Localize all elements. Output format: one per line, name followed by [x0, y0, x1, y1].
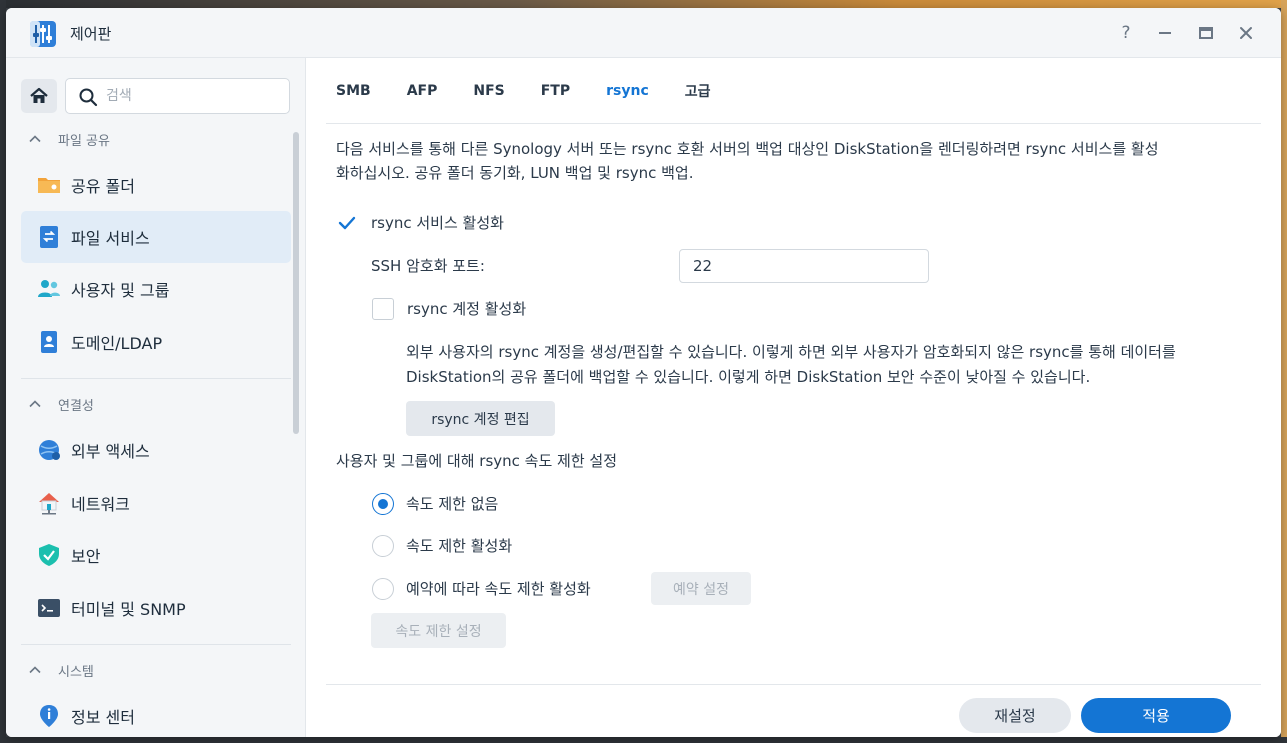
external-access-icon [36, 437, 62, 463]
search-icon [79, 88, 98, 107]
chevron-up-icon [21, 126, 49, 152]
main-panel: SMB AFP NFS FTP rsync 고급 다음 서비스를 통해 다른 S… [306, 58, 1281, 737]
network-icon [36, 490, 62, 516]
desktop-background-right [1281, 0, 1287, 743]
footer-divider [326, 684, 1261, 685]
security-shield-icon [36, 542, 62, 568]
sidebar-item-terminal-snmp[interactable]: 터미널 및 SNMP [21, 582, 291, 634]
help-icon: ? [1121, 23, 1131, 43]
sidebar-item-label: 터미널 및 SNMP [71, 600, 186, 619]
radio-scheduled-speed-limit-label: 예약에 따라 속도 제한 활성화 [406, 580, 591, 598]
section-header-connectivity[interactable]: 연결성 [21, 391, 291, 417]
rsync-description-line2: 화하십시오. 공유 폴더 동기화, LUN 백업 및 rsync 백업. [336, 164, 694, 182]
sidebar-item-label: 외부 액세스 [71, 442, 150, 461]
domain-ldap-icon [36, 329, 62, 355]
rsync-description-line1: 다음 서비스를 통해 다른 Synology 서버 또는 rsync 호환 서버… [336, 140, 1159, 158]
schedule-settings-button[interactable]: 예약 설정 [651, 572, 751, 605]
edit-rsync-account-button[interactable]: rsync 계정 편집 [406, 401, 555, 436]
desktop-background-bottom [0, 737, 1287, 743]
section-label: 시스템 [58, 664, 94, 680]
radio-enable-speed-limit[interactable] [372, 535, 394, 557]
radio-no-speed-limit[interactable] [372, 493, 394, 515]
sidebar-item-label: 도메인/LDAP [71, 334, 163, 353]
enable-rsync-label: rsync 서비스 활성화 [371, 214, 504, 232]
tab-ftp[interactable]: FTP [541, 58, 570, 124]
search-input[interactable] [106, 83, 281, 109]
sidebar-item-domain-ldap[interactable]: 도메인/LDAP [21, 316, 291, 368]
enable-rsync-account-checkbox[interactable] [372, 298, 394, 320]
sidebar-item-info-center[interactable]: 정보 센터 [21, 690, 291, 737]
maximize-icon [1199, 27, 1213, 39]
ssh-port-label: SSH 암호화 포트: [371, 257, 485, 275]
info-center-icon [36, 703, 62, 729]
file-services-icon [36, 224, 62, 250]
sidebar-item-network[interactable]: 네트워크 [21, 477, 291, 529]
radio-no-speed-limit-label: 속도 제한 없음 [406, 495, 499, 513]
tab-divider [326, 123, 1261, 124]
tab-advanced[interactable]: 고급 [685, 58, 711, 124]
sidebar-item-shared-folder[interactable]: 공유 폴더 [21, 159, 291, 211]
sidebar: 파일 공유 공유 폴더 파일 서비스 사용자 및 그룹 도메인/LDAP [6, 58, 306, 737]
section-header-file-sharing[interactable]: 파일 공유 [21, 126, 291, 152]
tab-afp[interactable]: AFP [407, 58, 438, 124]
speed-limit-title: 사용자 및 그룹에 대해 rsync 속도 제한 설정 [336, 452, 617, 470]
account-description-line2: DiskStation의 공유 폴더에 백업할 수 있습니다. 이렇게 하면 D… [406, 368, 1091, 386]
users-groups-icon [36, 276, 62, 302]
shared-folder-icon [36, 172, 62, 198]
sidebar-item-external-access[interactable]: 외부 액세스 [21, 424, 291, 476]
minimize-button[interactable] [1152, 20, 1178, 46]
sidebar-item-file-services[interactable]: 파일 서비스 [21, 211, 291, 263]
home-button[interactable] [21, 79, 57, 113]
radio-enable-speed-limit-label: 속도 제한 활성화 [406, 537, 513, 555]
sidebar-item-label: 네트워크 [71, 495, 130, 514]
search-box[interactable] [65, 78, 290, 114]
section-header-system[interactable]: 시스템 [21, 657, 291, 683]
tab-bar: SMB AFP NFS FTP rsync 고급 [336, 58, 747, 124]
sidebar-item-label: 정보 센터 [71, 708, 135, 727]
help-button[interactable]: ? [1113, 20, 1139, 46]
maximize-button[interactable] [1193, 20, 1219, 46]
sidebar-item-users-groups[interactable]: 사용자 및 그룹 [21, 263, 291, 315]
control-panel-app-icon [28, 19, 58, 49]
minimize-icon [1159, 32, 1171, 34]
account-description-line1: 외부 사용자의 rsync 계정을 생성/편집할 수 있습니다. 이렇게 하면 … [406, 343, 1176, 361]
sidebar-item-security[interactable]: 보안 [21, 529, 291, 581]
close-button[interactable] [1233, 20, 1259, 46]
reset-button[interactable]: 재설정 [959, 698, 1071, 733]
window-title: 제어판 [70, 25, 112, 43]
ssh-port-input[interactable] [679, 249, 929, 283]
speed-limit-settings-button[interactable]: 속도 제한 설정 [371, 613, 506, 648]
sidebar-divider [21, 644, 291, 645]
tab-smb[interactable]: SMB [336, 58, 371, 124]
control-panel-window: 제어판 ? 검색 파일 공유 공유 폴더 파일 서비스 사용자 및 그룹 도메인… [6, 8, 1281, 737]
close-icon [1240, 27, 1252, 39]
chevron-up-icon [21, 391, 49, 417]
sidebar-divider [21, 378, 291, 379]
section-label: 연결성 [58, 398, 94, 414]
apply-button[interactable]: 적용 [1081, 698, 1231, 733]
enable-rsync-account-label: rsync 계정 활성화 [407, 300, 527, 318]
tab-rsync[interactable]: rsync [606, 58, 649, 124]
terminal-icon [36, 595, 62, 621]
checkmark-icon [338, 216, 356, 230]
desktop-background [0, 0, 1287, 8]
sidebar-item-label: 사용자 및 그룹 [71, 281, 170, 300]
chevron-up-icon [21, 657, 49, 683]
radio-scheduled-speed-limit[interactable] [372, 578, 394, 600]
sidebar-scrollbar[interactable] [293, 132, 299, 434]
title-bar[interactable]: 제어판 ? [6, 8, 1281, 58]
sidebar-item-label: 공유 폴더 [71, 177, 135, 196]
tab-nfs[interactable]: NFS [473, 58, 504, 124]
section-label: 파일 공유 [58, 133, 110, 149]
sidebar-item-label: 보안 [71, 547, 101, 566]
home-icon [30, 87, 48, 103]
sidebar-item-label: 파일 서비스 [71, 229, 150, 248]
enable-rsync-checkbox[interactable] [336, 212, 358, 234]
